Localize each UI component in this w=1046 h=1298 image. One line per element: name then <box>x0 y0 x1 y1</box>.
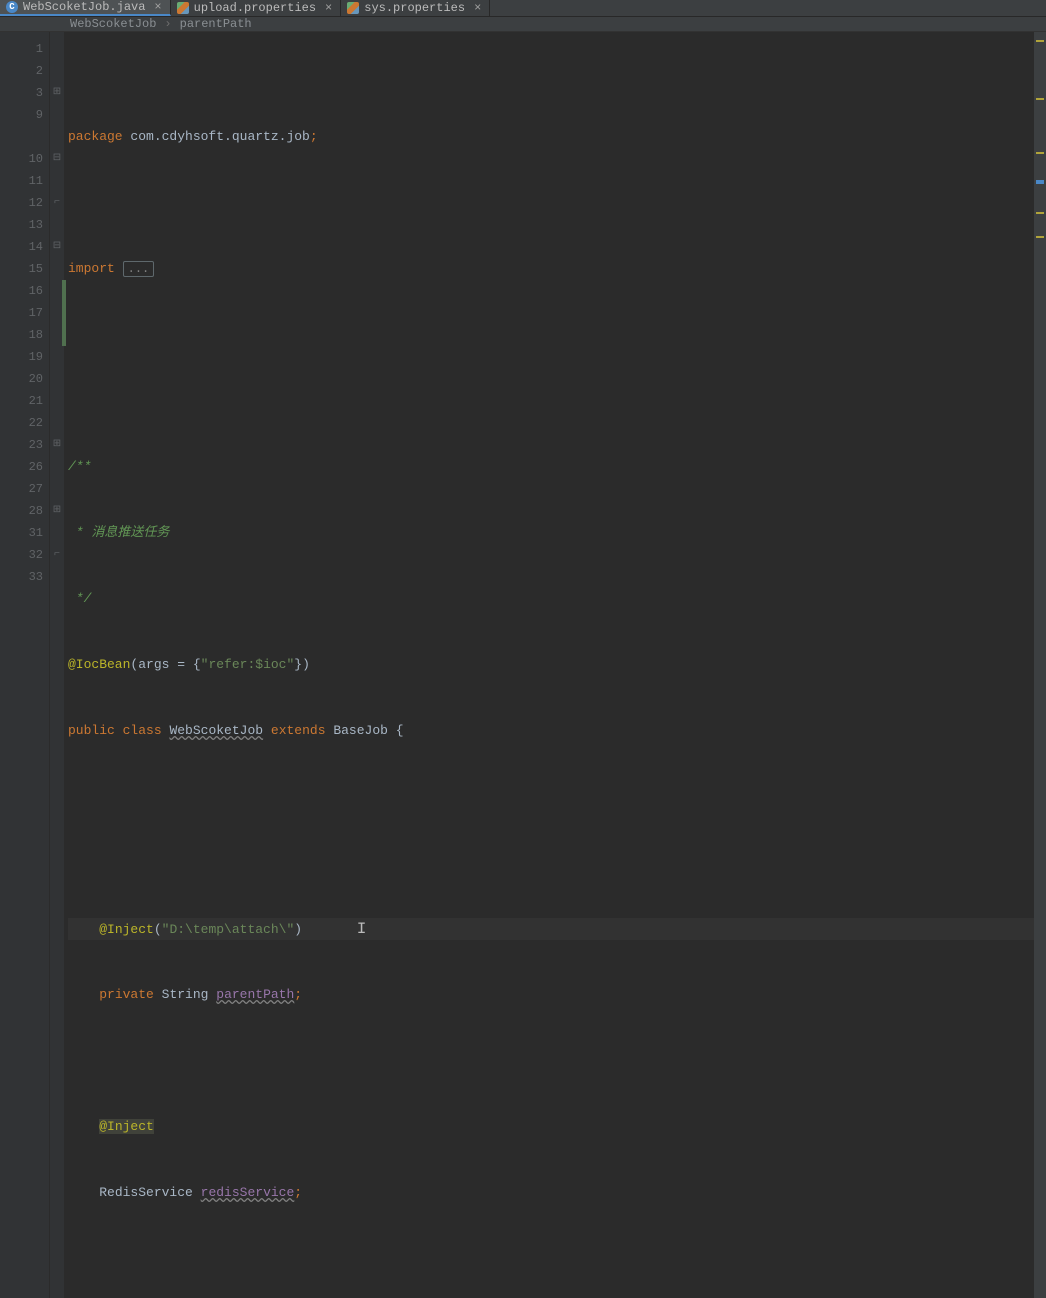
tab-upload-properties[interactable]: upload.properties × <box>171 0 342 16</box>
line-number: 18 <box>0 324 43 346</box>
line-number <box>0 126 43 148</box>
code-line: * 消息推送任务 <box>68 522 1034 544</box>
code-line: @Inject("D:\temp\attach\") I <box>68 918 1034 940</box>
fold-end-icon[interactable]: ⌐ <box>54 197 60 208</box>
code-area[interactable]: package com.cdyhsoft.quartz.job; import … <box>64 32 1034 1298</box>
editor-scrollbar[interactable] <box>1034 32 1046 1298</box>
tab-label: upload.properties <box>194 1 316 15</box>
code-line: @Inject <box>68 1116 1034 1138</box>
close-icon[interactable]: × <box>325 1 332 15</box>
tab-label: sys.properties <box>364 1 465 15</box>
code-line: import ... <box>68 258 1034 280</box>
tab-label: WebScoketJob.java <box>23 0 145 14</box>
line-number: 17 <box>0 302 43 324</box>
code-editor[interactable]: 1 2 3 9 10 11 12 13 14 15 16 17 18 19 20… <box>0 32 1046 1298</box>
line-number: 27 <box>0 478 43 500</box>
chevron-right-icon: › <box>164 17 171 31</box>
vcs-change-marker[interactable] <box>62 280 66 346</box>
inspection-mark-warning[interactable] <box>1036 98 1044 100</box>
close-icon[interactable]: × <box>474 1 481 15</box>
inspection-mark-warning[interactable] <box>1036 236 1044 238</box>
code-line: package com.cdyhsoft.quartz.job; <box>68 126 1034 148</box>
inspection-mark-warning[interactable] <box>1036 152 1044 154</box>
code-line: private String parentPath; <box>68 984 1034 1006</box>
code-line: RedisService redisService; <box>68 1182 1034 1204</box>
fold-collapse-icon[interactable]: ⊟ <box>53 241 61 252</box>
fold-expand-icon[interactable]: ⊞ <box>53 505 61 516</box>
line-number: 9 <box>0 104 43 126</box>
code-line <box>68 324 1034 346</box>
scrollbar-track[interactable] <box>1034 32 1046 1298</box>
text-caret-icon: I <box>357 920 367 938</box>
tab-sys-properties[interactable]: sys.properties × <box>341 0 490 16</box>
breadcrumb-class[interactable]: WebScoketJob <box>70 17 156 31</box>
line-number: 3 <box>0 82 43 104</box>
fold-expand-icon[interactable]: ⊞ <box>53 439 61 450</box>
code-line: */ <box>68 588 1034 610</box>
code-line <box>68 390 1034 412</box>
line-number: 2 <box>0 60 43 82</box>
code-line <box>68 852 1034 874</box>
line-number: 31 <box>0 522 43 544</box>
class-icon: C <box>6 1 18 13</box>
line-number: 22 <box>0 412 43 434</box>
code-line <box>68 1248 1034 1270</box>
line-number: 19 <box>0 346 43 368</box>
code-line <box>68 192 1034 214</box>
caret-position-mark[interactable] <box>1036 180 1044 184</box>
fold-expand-icon[interactable]: ⊞ <box>53 87 61 98</box>
line-number: 15 <box>0 258 43 280</box>
breadcrumb: WebScoketJob › parentPath <box>0 17 1046 32</box>
line-number: 21 <box>0 390 43 412</box>
line-number: 11 <box>0 170 43 192</box>
fold-collapse-icon[interactable]: ⊟ <box>53 153 61 164</box>
line-number: 16 <box>0 280 43 302</box>
line-number: 20 <box>0 368 43 390</box>
inspection-mark-warning[interactable] <box>1036 40 1044 42</box>
folded-imports[interactable]: ... <box>123 261 155 277</box>
line-number: 1 <box>0 38 43 60</box>
line-number: 26 <box>0 456 43 478</box>
code-line <box>68 1050 1034 1072</box>
line-number: 12 <box>0 192 43 214</box>
line-number: 32 <box>0 544 43 566</box>
line-number: 14 <box>0 236 43 258</box>
inspection-mark-warning[interactable] <box>1036 212 1044 214</box>
breadcrumb-member[interactable]: parentPath <box>180 17 252 31</box>
line-number: 13 <box>0 214 43 236</box>
fold-end-icon[interactable]: ⌐ <box>54 549 60 560</box>
code-line: public class WebScoketJob extends BaseJo… <box>68 720 1034 742</box>
properties-icon <box>177 2 189 14</box>
line-number: 33 <box>0 566 43 588</box>
line-number-gutter[interactable]: 1 2 3 9 10 11 12 13 14 15 16 17 18 19 20… <box>0 32 50 1298</box>
properties-icon <box>347 2 359 14</box>
code-line: @IocBean(args = {"refer:$ioc"}) <box>68 654 1034 676</box>
line-number: 28 <box>0 500 43 522</box>
line-number: 10 <box>0 148 43 170</box>
code-line: /** <box>68 456 1034 478</box>
line-number: 23 <box>0 434 43 456</box>
editor-tabs: C WebScoketJob.java × upload.properties … <box>0 0 1046 17</box>
tab-webscoketjob[interactable]: C WebScoketJob.java × <box>0 0 171 16</box>
fold-column[interactable]: ⊞ ⊟ ⌐ ⊟ ⊞ ⊞ ⌐ <box>50 32 64 1298</box>
code-line <box>68 786 1034 808</box>
close-icon[interactable]: × <box>154 0 161 14</box>
